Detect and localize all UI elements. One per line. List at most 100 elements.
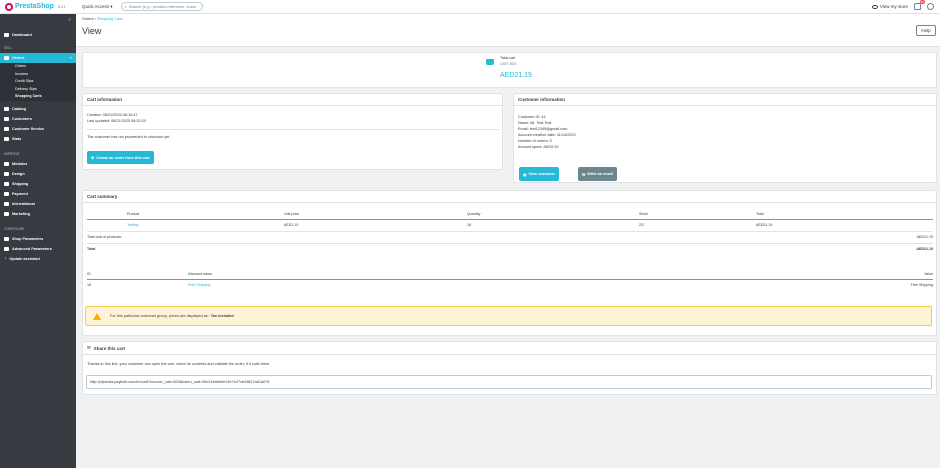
sidebar-item-advanced-parameters[interactable]: Advanced Parameters bbox=[0, 244, 76, 254]
column-header-unit-price: Unit price bbox=[284, 212, 300, 217]
cart-recovery-url: http://pfpresta.paylinkt.com/en/cart?rec… bbox=[90, 380, 270, 384]
sidebar-section-configure: CONFIGURE bbox=[4, 226, 25, 231]
sidebar-item-catalog[interactable]: Catalog bbox=[0, 104, 76, 114]
discount-id-cell: 18 bbox=[87, 283, 91, 288]
sidebar-item-customer-service[interactable]: Customer Service bbox=[0, 124, 76, 134]
breadcrumb-orders[interactable]: Orders bbox=[82, 17, 94, 21]
notifications-icon[interactable]: 10 bbox=[914, 0, 925, 10]
submenu-orders[interactable]: Orders bbox=[0, 63, 76, 71]
table-row: 18 Free Shipping Free Shipping bbox=[87, 279, 933, 291]
submenu-credit-slips[interactable]: Credit Slips bbox=[0, 78, 76, 86]
product-link[interactable]: Testing bbox=[127, 219, 284, 231]
total-cell: AED21.19 bbox=[756, 223, 773, 227]
orders-icon bbox=[4, 56, 9, 60]
search-input[interactable]: Search (e.g.: product reference, custo bbox=[129, 4, 196, 9]
column-header-value: Value bbox=[924, 271, 933, 276]
cart-information-panel: Cart information Created: 08/21/2025 08:… bbox=[82, 93, 503, 170]
sidebar-item-marketing[interactable]: Marketing bbox=[0, 209, 76, 219]
settings-icon bbox=[4, 236, 9, 241]
sidebar-item-modules[interactable]: Modules bbox=[0, 159, 76, 169]
column-header-stock: Stock bbox=[639, 212, 648, 217]
share-description: Thanks to this link, your customer can o… bbox=[87, 362, 271, 366]
sidebar-item-update-assistant[interactable]: ↑ Update assistant bbox=[0, 254, 76, 264]
desktop-icon bbox=[4, 171, 9, 176]
sidebar-item-label: Customers bbox=[12, 116, 32, 121]
catalog-icon bbox=[4, 106, 9, 111]
credit-card-icon bbox=[4, 191, 9, 196]
logo-version: 8.0.1 bbox=[57, 4, 66, 9]
sidebar-item-label: Update assistant bbox=[9, 256, 40, 261]
customer-info-title: Customer information bbox=[518, 97, 566, 102]
view-store-label: View my store bbox=[879, 4, 908, 9]
sidebar-item-label: International bbox=[12, 201, 35, 206]
warning-bold: Tax included bbox=[210, 314, 234, 318]
orders-submenu: Orders Invoices Credit Slips Delivery Sl… bbox=[0, 63, 76, 101]
chevron-up-icon: ˄ bbox=[69, 56, 72, 60]
collapse-sidebar-icon[interactable]: « bbox=[68, 17, 71, 23]
sidebar-item-label: Advanced Parameters bbox=[12, 246, 52, 251]
chat-icon bbox=[4, 126, 9, 131]
create-order-button[interactable]: ⊕ Create an order from this cart bbox=[87, 151, 154, 164]
total-cart-label: Total cart bbox=[500, 56, 516, 60]
quantity-cell: 18 bbox=[467, 223, 471, 227]
sidebar-item-orders[interactable]: Orders ˄ bbox=[0, 53, 76, 63]
view-customer-label: View customer bbox=[528, 172, 556, 176]
prestashop-logo[interactable]: PrestaShop 8.0.1 bbox=[0, 2, 76, 11]
total-products-value: AED21.19 bbox=[916, 235, 933, 239]
table-header-row: ID Discount name Value bbox=[87, 269, 933, 279]
submenu-invoices[interactable]: Invoices bbox=[0, 71, 76, 79]
user-avatar-icon[interactable] bbox=[927, 3, 934, 10]
view-customer-button[interactable]: ◉ View customer bbox=[519, 167, 560, 181]
cart-total-panel: Total cart CART #824 AED21.19 bbox=[82, 52, 937, 88]
cart-recovery-url-field[interactable]: http://pfpresta.paylinkt.com/en/cart?rec… bbox=[86, 375, 932, 389]
submenu-shopping-carts[interactable]: Shopping Carts bbox=[0, 93, 76, 101]
sidebar-item-payment[interactable]: Payment bbox=[0, 189, 76, 199]
quick-access-dropdown[interactable]: Quick Access ▾ bbox=[82, 4, 113, 10]
warning-icon bbox=[93, 312, 101, 320]
sidebar-item-shipping[interactable]: Shipping bbox=[0, 179, 76, 189]
submenu-delivery-slips[interactable]: Delivery Slips bbox=[0, 86, 76, 94]
column-header-quantity: Quantity bbox=[467, 212, 481, 217]
write-email-label: Write an email bbox=[587, 172, 613, 176]
eye-icon bbox=[871, 4, 878, 9]
total-products-label: Total cost of products: bbox=[87, 235, 122, 239]
top-bar: PrestaShop 8.0.1 Quick Access ▾ ⌕ Search… bbox=[0, 0, 940, 14]
help-button[interactable]: Help bbox=[916, 25, 936, 36]
cart-summary-title: Cart summary bbox=[87, 194, 118, 199]
sidebar: « Dashboard SELL Orders ˄ Orders Invoice… bbox=[0, 14, 76, 468]
sidebar-item-stats[interactable]: Stats bbox=[0, 134, 76, 144]
sidebar-item-shop-parameters[interactable]: Shop Parameters bbox=[0, 234, 76, 244]
prestashop-logo-icon bbox=[5, 2, 13, 11]
panel-header: Customer information bbox=[514, 94, 936, 106]
sidebar-item-label: Shop Parameters bbox=[12, 236, 44, 241]
panel-header: ✉ Share this cart bbox=[83, 342, 936, 355]
stock-cell: 2/2 bbox=[639, 223, 644, 227]
breadcrumb-shopping-carts[interactable]: Shopping Carts bbox=[97, 17, 123, 21]
server-icon bbox=[4, 246, 9, 251]
total-value: AED21.19 bbox=[916, 247, 933, 252]
customers-icon bbox=[4, 116, 9, 121]
view-store-link[interactable]: View my store bbox=[871, 4, 908, 9]
share-title: Share this cart bbox=[93, 345, 126, 351]
search-box[interactable]: ⌕ Search (e.g.: product reference, custo bbox=[120, 2, 203, 11]
sidebar-item-label: Orders bbox=[12, 56, 25, 60]
column-header-id: ID bbox=[87, 271, 91, 276]
sidebar-item-dashboard[interactable]: Dashboard bbox=[0, 30, 76, 40]
sidebar-item-international[interactable]: International bbox=[0, 199, 76, 209]
sidebar-item-label: Dashboard bbox=[12, 33, 32, 37]
discount-name-link[interactable]: Free Shipping bbox=[188, 279, 573, 291]
shopping-cart-icon bbox=[486, 59, 494, 65]
trending-icon bbox=[4, 33, 9, 37]
write-email-button[interactable]: ✉ Write an email bbox=[578, 167, 617, 181]
sidebar-item-customers[interactable]: Customers bbox=[0, 114, 76, 124]
sidebar-item-design[interactable]: Design bbox=[0, 169, 76, 179]
sidebar-item-label: Payment bbox=[12, 191, 28, 196]
customer-information-panel: Customer information Customer ID: 44 Nam… bbox=[513, 93, 937, 183]
checkout-status: The customer has not proceeded to checko… bbox=[87, 135, 171, 139]
table-header-row: Product Unit price Quantity Stock Total bbox=[87, 210, 933, 219]
column-header-discount-name: Discount name bbox=[188, 271, 212, 276]
column-header-total: Total bbox=[756, 212, 764, 217]
envelope-icon: ✉ bbox=[87, 345, 91, 350]
discount-value-cell: Free Shipping bbox=[910, 283, 933, 288]
total-products-row: Total cost of products: AED21.19 bbox=[87, 231, 933, 243]
